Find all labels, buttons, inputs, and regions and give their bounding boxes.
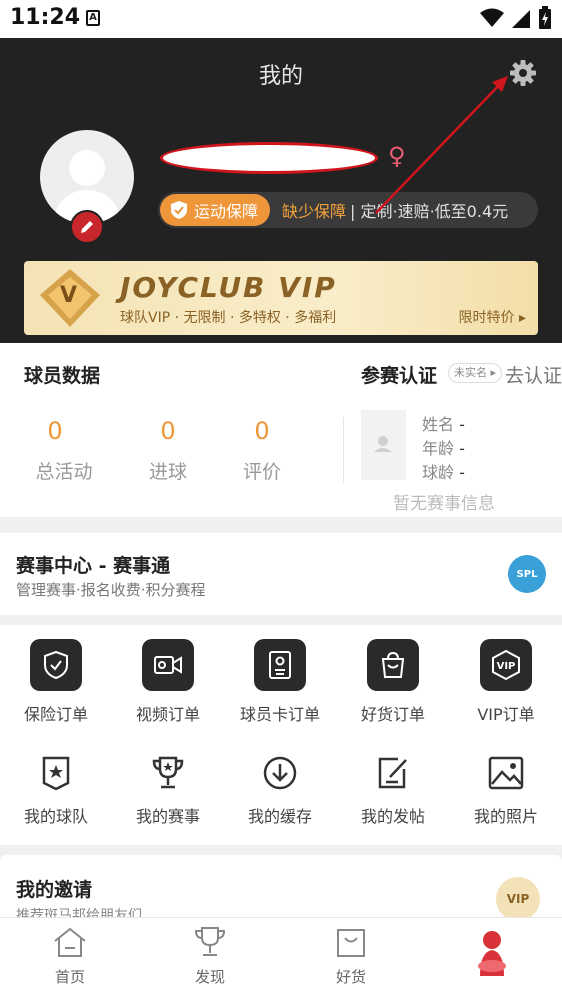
person-placeholder-icon — [374, 436, 392, 452]
invite-vip-badge-icon: VIP — [496, 877, 540, 921]
video-order-item[interactable]: 视频订单 — [112, 639, 224, 725]
svg-text:VIP: VIP — [497, 661, 516, 672]
age-label: 年龄 — [422, 439, 455, 458]
player-card-icon — [254, 639, 306, 691]
no-event-info: 暂无赛事信息 — [393, 494, 495, 514]
my-team-label: 我的球队 — [23, 807, 88, 826]
system-icons — [480, 6, 552, 30]
info-name-row: 姓名 - — [422, 411, 465, 435]
trophy-icon — [194, 927, 226, 956]
download-icon — [260, 753, 300, 793]
vip-brand: JOYCLUB VIP — [120, 271, 337, 304]
info-age-row: 年龄 - — [422, 435, 465, 459]
age-value: - — [459, 439, 465, 458]
my-photos-item[interactable]: 我的照片 — [450, 753, 562, 827]
vip-deal-link[interactable]: 限时特价 ▸ — [459, 307, 526, 327]
goods-order-item[interactable]: 好货订单 — [337, 639, 449, 725]
years-value: - — [459, 463, 465, 482]
wifi-icon — [480, 8, 504, 27]
stat-activities-label: 总活动 — [35, 461, 93, 483]
tab-home[interactable]: 首页 — [30, 926, 110, 987]
vip-order-item[interactable]: VIP VIP订单 — [450, 639, 562, 725]
player-stats-card: 球员数据 0 总活动 0 进球 0 评价 参赛认证 未实名 ▸ 去认证 姓名 -… — [0, 343, 562, 517]
player-card-order-label: 球员卡订单 — [239, 705, 320, 724]
my-photos-label: 我的照片 — [473, 807, 538, 826]
tab-discover-label: 发现 — [194, 968, 225, 986]
player-stats-title: 球员数据 — [24, 365, 101, 387]
years-label: 球龄 — [422, 463, 455, 482]
id-photo-placeholder — [361, 410, 406, 480]
bag-icon — [337, 929, 365, 957]
info-years-row: 球龄 - — [422, 459, 465, 483]
stat-rating-value[interactable]: 0 — [222, 417, 302, 445]
name-value: - — [459, 415, 465, 434]
clock: 11:24 — [10, 5, 81, 30]
stat-rating-label: 评价 — [242, 461, 281, 483]
vip-logo-letter: V — [60, 283, 78, 308]
shield-check-icon — [30, 639, 82, 691]
unverified-tag[interactable]: 未实名 ▸ — [448, 363, 503, 383]
player-card-order-item[interactable]: 球员卡订单 — [224, 639, 336, 725]
certification-title: 参赛认证 — [361, 365, 438, 387]
tab-goods[interactable]: 好货 — [311, 926, 391, 987]
team-badge-icon — [36, 753, 76, 793]
name-label: 姓名 — [422, 415, 455, 434]
my-team-item[interactable]: 我的球队 — [0, 753, 112, 827]
profile-mascot-icon — [478, 931, 506, 976]
stat-goals-label: 进球 — [148, 461, 187, 483]
vip-subtitle: 球队VIP · 无限制 · 多特权 · 多福利 — [120, 310, 337, 326]
invite-badge-text: VIP — [506, 892, 530, 906]
shopping-bag-icon — [367, 639, 419, 691]
battery-icon — [539, 6, 551, 29]
my-posts-item[interactable]: 我的发帖 — [337, 753, 449, 827]
trophy-icon — [148, 753, 188, 793]
edit-post-icon — [373, 753, 413, 793]
stat-activities-value[interactable]: 0 — [15, 417, 95, 445]
bottom-tab-bar: 首页 发现 好货 — [0, 917, 562, 1000]
event-center-subtitle: 管理赛事·报名收费·积分赛程 — [16, 581, 206, 599]
video-camera-icon — [142, 639, 194, 691]
my-events-item[interactable]: 我的赛事 — [112, 753, 224, 827]
my-cache-item[interactable]: 我的缓存 — [224, 753, 336, 827]
insurance-order-label: 保险订单 — [23, 705, 88, 724]
signal-icon — [512, 10, 530, 28]
invite-title: 我的邀请 — [16, 879, 93, 901]
orders-grid: 保险订单 视频订单 球员卡订单 好货订单 VIP VIP订单 我的球队 我的赛事… — [0, 625, 562, 845]
event-center-logo: SPL — [508, 555, 546, 593]
stat-goals-value[interactable]: 0 — [128, 417, 208, 445]
status-bar: 11:24 A — [0, 0, 562, 38]
invite-card[interactable]: 我的邀请 推荐斑马邦给朋友们 VIP — [0, 855, 562, 925]
home-icon — [54, 927, 86, 957]
my-events-label: 我的赛事 — [135, 807, 200, 826]
certify-link[interactable]: 去认证 — [505, 361, 562, 388]
video-order-label: 视频订单 — [135, 705, 200, 724]
event-logo-text: SPL — [516, 568, 538, 580]
event-center-title: 赛事中心 - 赛事通 — [16, 555, 171, 577]
goods-order-label: 好货订单 — [360, 705, 425, 724]
my-cache-label: 我的缓存 — [247, 807, 312, 826]
tab-discover[interactable]: 发现 — [170, 926, 250, 987]
accessibility-a-icon: A — [86, 10, 100, 26]
insurance-order-item[interactable]: 保险订单 — [0, 639, 112, 725]
photo-icon — [486, 753, 526, 793]
event-center-card[interactable]: 赛事中心 - 赛事通 管理赛事·报名收费·积分赛程 SPL — [0, 533, 562, 615]
my-posts-label: 我的发帖 — [360, 807, 425, 826]
tab-goods-label: 好货 — [335, 968, 366, 986]
vip-banner[interactable]: V JOYCLUB VIP 球队VIP · 无限制 · 多特权 · 多福利 限时… — [24, 261, 538, 335]
tab-profile[interactable] — [452, 926, 532, 984]
vip-order-label: VIP订单 — [477, 705, 535, 724]
divider — [343, 417, 344, 483]
tab-home-label: 首页 — [54, 968, 85, 986]
profile-header: 我的 ♀ 运动保障 缺少保障 | 定制·速赔·低至0.4元 V JOYCLUB … — [0, 38, 562, 343]
vip-hexagon-icon: VIP — [480, 639, 532, 691]
